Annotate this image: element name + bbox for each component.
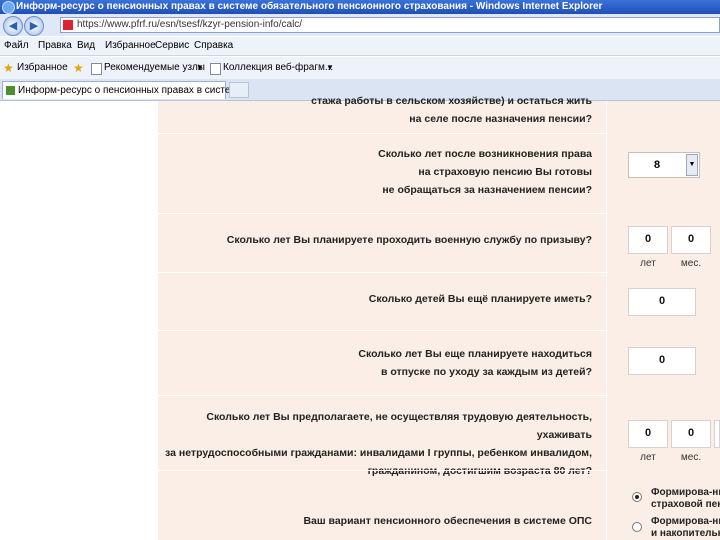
question-rural-text: стажа работы в сельском хозяйстве) и ост… xyxy=(311,95,592,125)
option-funded-radio[interactable] xyxy=(632,522,642,532)
unit-years-label: лет xyxy=(640,452,656,463)
unit-months-label: мес. xyxy=(680,258,702,269)
row-divider xyxy=(158,330,608,331)
menu-favorites[interactable]: Избранное xyxy=(105,39,156,53)
add-favorite-icon[interactable]: ★ xyxy=(73,61,84,75)
favorites-bar: ★ Избранное ★ Рекомендуемые узлы ▼ Колле… xyxy=(0,57,720,80)
option-insurance-label: Формирова-ние страховой пенсии xyxy=(651,487,720,510)
deferral-years-select[interactable]: 8 ▼ xyxy=(628,152,700,178)
menu-tools[interactable]: Сервис xyxy=(155,39,189,53)
military-years-input[interactable]: 0 xyxy=(628,226,668,254)
back-arrow-icon[interactable]: ◀ xyxy=(3,16,23,36)
ie-logo-icon xyxy=(2,1,15,14)
caregiving-extra-input[interactable] xyxy=(714,420,720,448)
menu-file[interactable]: Файл xyxy=(4,39,29,53)
unit-months-label: мес. xyxy=(680,452,702,463)
chevron-down-icon[interactable]: ▼ xyxy=(686,154,698,176)
tab-favicon-icon xyxy=(6,86,15,95)
option-funded-label: Формирова-ние и накопительной xyxy=(651,516,720,539)
unit-years-label: лет xyxy=(640,258,656,269)
caregiving-months-input[interactable]: 0 xyxy=(671,420,711,448)
children-count-input[interactable]: 0 xyxy=(628,288,696,316)
left-sidebar xyxy=(0,101,158,540)
address-url: https://www.pfrf.ru/esn/tsesf/kzyr-pensi… xyxy=(77,19,303,30)
menu-help[interactable]: Справка xyxy=(194,39,233,53)
military-months-input[interactable]: 0 xyxy=(671,226,711,254)
forward-arrow-icon[interactable]: ▶ xyxy=(24,16,44,36)
menu-bar: Файл Правка Вид Избранное Сервис Справка xyxy=(0,37,720,56)
window-title-bar: Информ-ресурс о пенсионных правах в сист… xyxy=(0,0,720,14)
window-title: Информ-ресурс о пенсионных правах в сист… xyxy=(16,1,603,12)
favorites-button[interactable]: Избранное xyxy=(17,62,68,74)
question-pension-option-text: Ваш вариант пенсионного обеспечения в си… xyxy=(303,515,592,527)
menu-view[interactable]: Вид xyxy=(77,39,95,53)
row-divider xyxy=(158,272,608,273)
question-military-text: Сколько лет Вы планируете проходить воен… xyxy=(226,234,592,246)
option-insurance-radio[interactable] xyxy=(632,492,642,502)
row-divider xyxy=(158,395,608,396)
address-toolbar: ◀ ▶ https://www.pfrf.ru/esn/tsesf/kzyr-p… xyxy=(0,14,720,36)
row-divider xyxy=(158,133,608,134)
row-divider xyxy=(158,213,608,214)
menu-edit[interactable]: Правка xyxy=(38,39,72,53)
question-childcare-text: Сколько лет Вы еще планируете находиться… xyxy=(358,348,592,378)
column-divider xyxy=(606,101,607,540)
caregiving-years-input[interactable]: 0 xyxy=(628,420,668,448)
dropdown-arrow-icon[interactable]: ▼ xyxy=(196,62,204,74)
favorites-link-suggested[interactable]: Рекомендуемые узлы xyxy=(104,62,205,74)
favorites-star-icon[interactable]: ★ xyxy=(3,61,14,75)
row-divider xyxy=(158,470,608,471)
site-favicon-icon xyxy=(63,20,73,30)
address-bar[interactable]: https://www.pfrf.ru/esn/tsesf/kzyr-pensi… xyxy=(60,17,720,33)
dropdown-arrow-icon[interactable]: ▼ xyxy=(326,62,334,74)
favorites-link-webslice[interactable]: Коллекция веб-фрагм... xyxy=(223,62,333,74)
page-icon xyxy=(91,63,102,75)
deferral-years-value: 8 xyxy=(653,159,661,171)
childcare-years-input[interactable]: 0 xyxy=(628,347,696,375)
page-icon xyxy=(210,63,221,75)
question-children-text: Сколько детей Вы ещё планируете иметь? xyxy=(368,293,592,305)
question-deferral-text: Сколько лет после возникновения права на… xyxy=(378,148,592,196)
